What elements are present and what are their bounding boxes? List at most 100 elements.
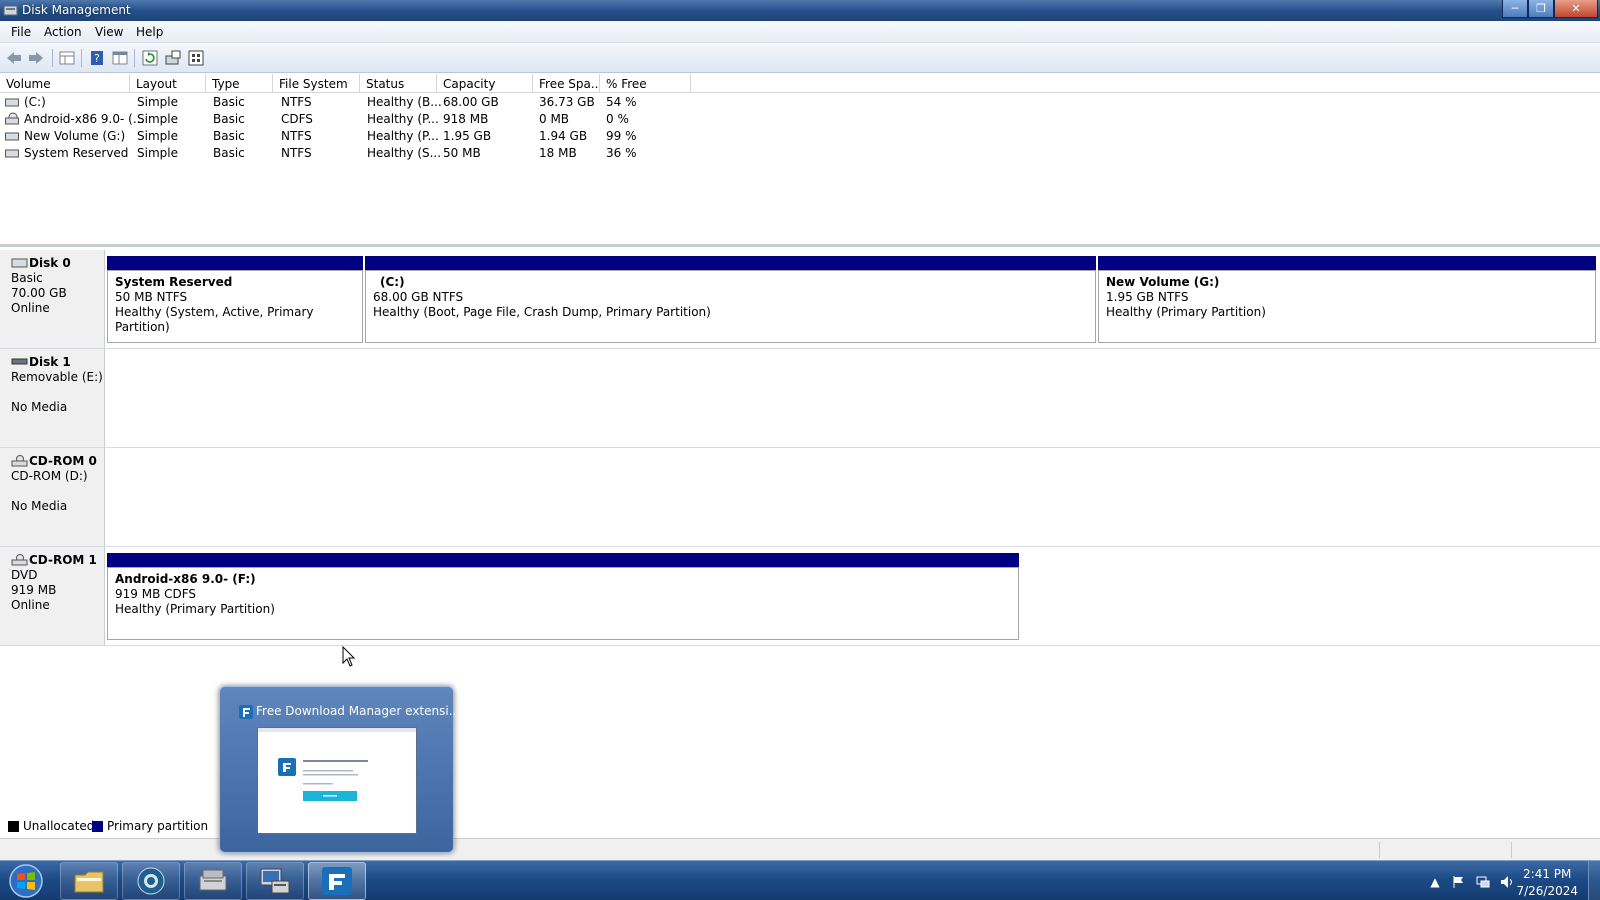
- partition-status: Healthy (Primary Partition): [1106, 305, 1266, 319]
- show-hidden-icons-icon[interactable]: ▲: [1427, 874, 1443, 890]
- chrome-icon[interactable]: [122, 862, 180, 900]
- preview-thumbnail: [257, 727, 417, 834]
- disk-label[interactable]: Disk 1 Removable (E:) No Media: [0, 349, 105, 447]
- table-row[interactable]: (C:) Simple Basic NTFS Healthy (B... 68.…: [0, 94, 700, 111]
- computer-management-icon[interactable]: [246, 862, 304, 900]
- removable-disk-icon: [11, 358, 28, 365]
- toolbar-separator: [81, 49, 82, 67]
- partition-size: 68.00 GB NTFS: [373, 290, 464, 304]
- partition-size: 1.95 GB NTFS: [1106, 290, 1189, 304]
- minimize-button[interactable]: ─: [1502, 0, 1528, 18]
- clock-time: 2:41 PM: [1523, 867, 1572, 881]
- disk-label[interactable]: Disk 0 Basic 70.00 GB Online: [0, 250, 105, 348]
- maximize-button[interactable]: ❐: [1528, 0, 1554, 18]
- cell-file-system: CDFS: [281, 112, 313, 126]
- disk-name: Disk 0: [29, 256, 71, 270]
- clock-date: 7/26/2024: [1516, 884, 1578, 898]
- partition-name: Android-x86 9.0- (F:): [115, 572, 256, 586]
- partition-name: New Volume (G:): [1106, 275, 1220, 289]
- partition-status: Healthy (System, Active, Primary Partiti…: [115, 305, 314, 334]
- table-row[interactable]: System Reserved Simple Basic NTFS Health…: [0, 145, 700, 162]
- cell-type: Basic: [213, 112, 245, 126]
- properties-grid-icon[interactable]: [58, 49, 76, 66]
- cell-free-space: 36.73 GB: [539, 95, 595, 109]
- partition[interactable]: New Volume (G:) 1.95 GB NTFS Healthy (Pr…: [1098, 256, 1596, 343]
- menu-help[interactable]: Help: [136, 25, 163, 39]
- partition-bar: [1098, 256, 1596, 270]
- cell-volume: New Volume (G:): [24, 129, 126, 143]
- clock[interactable]: 2:41 PM 7/26/2024: [1516, 866, 1578, 900]
- table-row[interactable]: New Volume (G:) Simple Basic NTFS Health…: [0, 128, 700, 145]
- system-tray: ▲ 2:41 PM 7/26/2024: [1400, 861, 1600, 900]
- column-type[interactable]: Type: [206, 74, 273, 93]
- cell-status: Healthy (P...: [367, 112, 439, 126]
- cell-volume: Android-x86 9.0- (...: [24, 112, 145, 126]
- partition-name: System Reserved: [115, 275, 233, 289]
- column-percent-free[interactable]: % Free: [600, 74, 691, 93]
- disk-label[interactable]: CD-ROM 1 DVD 919 MB Online: [0, 547, 105, 645]
- disk-name: Disk 1: [29, 355, 71, 369]
- cell-percent-free: 99 %: [606, 129, 637, 143]
- taskbar-thumbnail-preview[interactable]: Free Download Manager extensi...: [219, 686, 460, 853]
- toolbar: ?: [0, 43, 1600, 73]
- disk-type: Removable (E:): [11, 370, 103, 384]
- network-icon[interactable]: [1475, 874, 1491, 890]
- column-volume[interactable]: Volume: [0, 74, 130, 93]
- disk-size: [11, 385, 104, 400]
- table-row[interactable]: Android-x86 9.0- (... Simple Basic CDFS …: [0, 111, 700, 128]
- action-center-flag-icon[interactable]: [1451, 874, 1467, 890]
- show-pane-icon[interactable]: [111, 49, 129, 66]
- cd-drive-icon: [11, 455, 28, 467]
- cell-capacity: 50 MB: [443, 146, 481, 160]
- disk-row: CD-ROM 1 DVD 919 MB Online Android-x86 9…: [0, 547, 1600, 646]
- close-button[interactable]: ✕: [1554, 0, 1598, 18]
- explorer-icon[interactable]: [60, 862, 118, 900]
- partition-status: Healthy (Primary Partition): [115, 602, 275, 616]
- column-file-system[interactable]: File System: [273, 74, 360, 93]
- cell-free-space: 18 MB: [539, 146, 577, 160]
- partition-size: 50 MB NTFS: [115, 290, 188, 304]
- disk-label[interactable]: CD-ROM 0 CD-ROM (D:) No Media: [0, 448, 105, 546]
- disk-type: Basic: [11, 271, 43, 285]
- column-capacity[interactable]: Capacity: [437, 74, 533, 93]
- volume-list: Volume Layout Type File System Status Ca…: [0, 74, 1600, 247]
- cell-volume: (C:): [24, 95, 46, 109]
- back-icon[interactable]: [5, 49, 23, 66]
- column-status[interactable]: Status: [360, 74, 437, 93]
- show-desktop-button[interactable]: [1588, 861, 1600, 900]
- partition[interactable]: Android-x86 9.0- (F:) 919 MB CDFS Health…: [107, 553, 1019, 640]
- drive-properties-icon[interactable]: [164, 49, 182, 66]
- svg-text:?: ?: [94, 52, 100, 65]
- help-icon[interactable]: ?: [88, 49, 106, 66]
- cd-drive-icon: [11, 554, 28, 566]
- disk-type: CD-ROM (D:): [11, 469, 88, 483]
- preview-title: Free Download Manager extensi...: [256, 704, 461, 718]
- refresh-icon[interactable]: [141, 49, 159, 66]
- disk-type: DVD: [11, 568, 38, 582]
- menu-file[interactable]: File: [11, 25, 31, 39]
- cell-percent-free: 36 %: [606, 146, 637, 160]
- partition[interactable]: System Reserved 50 MB NTFS Healthy (Syst…: [107, 256, 363, 343]
- toolbar-separator: [134, 49, 135, 67]
- column-free-space[interactable]: Free Spa...: [533, 74, 600, 93]
- menu-action[interactable]: Action: [44, 25, 82, 39]
- menu-view[interactable]: View: [95, 25, 123, 39]
- partition[interactable]: (C:) 68.00 GB NTFS Healthy (Boot, Page F…: [365, 256, 1096, 343]
- fdm-icon: [239, 705, 253, 719]
- column-layout[interactable]: Layout: [130, 74, 206, 93]
- volume-icon[interactable]: [1499, 874, 1515, 890]
- title-bar: Disk Management ─ ❐ ✕: [0, 0, 1600, 21]
- disk-name: CD-ROM 0: [29, 454, 97, 468]
- start-button[interactable]: [3, 862, 49, 900]
- disk-status: Online: [11, 301, 50, 315]
- disk-name: CD-ROM 1: [29, 553, 97, 567]
- fdm-icon[interactable]: [308, 862, 366, 900]
- cell-layout: Simple: [137, 95, 178, 109]
- partition-bar: [365, 256, 1096, 270]
- server-manager-icon[interactable]: [184, 862, 242, 900]
- forward-icon[interactable]: [27, 49, 45, 66]
- cell-free-space: 0 MB: [539, 112, 570, 126]
- settings-icon[interactable]: [187, 49, 205, 66]
- cell-percent-free: 54 %: [606, 95, 637, 109]
- drive-icon: [5, 98, 19, 107]
